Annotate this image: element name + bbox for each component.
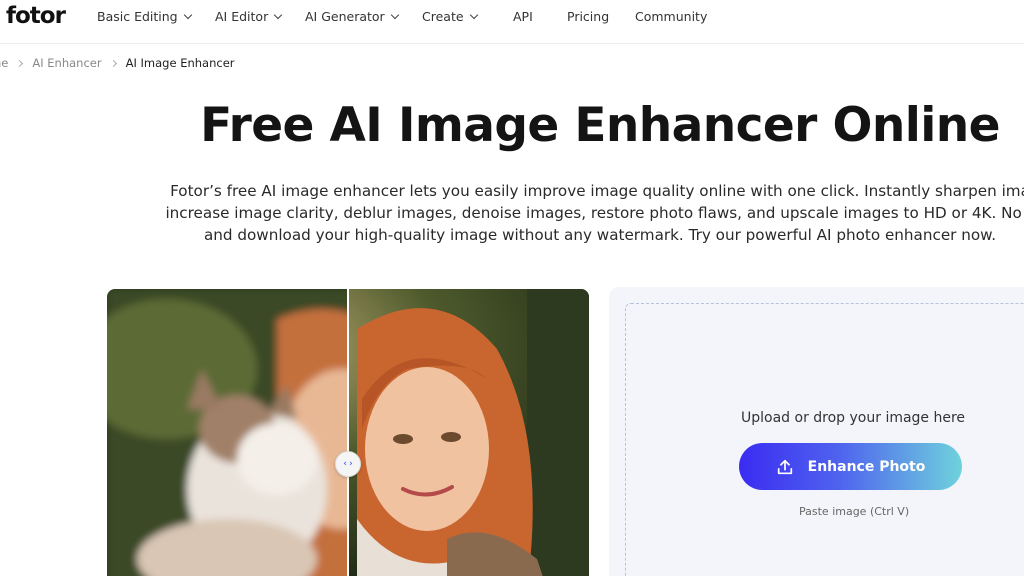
nav-community[interactable]: Community [635,9,707,24]
breadcrumb-ai-enhancer[interactable]: AI Enhancer [32,56,101,70]
chevron-right-icon [16,59,24,67]
nav-api-label: API [513,9,533,24]
upload-icon [777,459,792,474]
enhance-photo-label: Enhance Photo [807,458,926,475]
nav-ai-generator-label: AI Generator [305,9,385,24]
upload-panel [609,287,1024,576]
enhance-photo-button[interactable]: Enhance Photo [739,443,962,490]
chevron-right-icon [109,59,117,67]
nav-basic-editing-label: Basic Editing [97,9,178,24]
fotor-logo[interactable]: fotor [6,3,66,29]
paste-image-hint: Paste image (Ctrl V) [799,505,910,518]
chevron-down-icon [469,10,478,19]
breadcrumb-home[interactable]: ne [0,56,8,70]
image-dropzone[interactable] [625,303,1024,576]
page-title: Free AI Image Enhancer Online [200,98,1000,153]
top-navigation: fotor Basic Editing AI Editor AI Generat… [0,0,1024,44]
chevron-down-icon [390,10,399,19]
breadcrumb-current: AI Image Enhancer [125,56,235,70]
arrow-right-icon: › [349,458,353,469]
nav-pricing[interactable]: Pricing [567,9,609,24]
nav-pricing-label: Pricing [567,9,610,24]
before-after-image[interactable]: ‹ › [107,289,589,576]
upload-prompt: Upload or drop your image here [741,410,966,426]
chevron-down-icon [183,10,192,19]
nav-api[interactable]: API [513,9,533,24]
nav-ai-editor-label: AI Editor [215,9,269,24]
breadcrumb: ne AI Enhancer AI Image Enhancer [0,56,235,70]
nav-ai-generator[interactable]: AI Generator [305,9,399,24]
nav-ai-editor[interactable]: AI Editor [215,9,283,24]
nav-community-label: Community [635,9,708,24]
description-line-3: and download your high-quality image wit… [203,226,997,244]
description-line-1: Fotor’s free AI image enhancer lets you … [170,182,1024,200]
left-right-arrows-icon[interactable]: ‹ › [335,451,361,477]
nav-basic-editing[interactable]: Basic Editing [97,9,192,24]
description-line-2: increase image clarity, deblur images, d… [165,204,1024,222]
nav-create[interactable]: Create [422,9,478,24]
nav-create-label: Create [422,9,464,24]
chevron-down-icon [273,10,283,19]
arrow-left-icon: ‹ [343,458,347,469]
comparison-divider[interactable] [347,289,349,576]
